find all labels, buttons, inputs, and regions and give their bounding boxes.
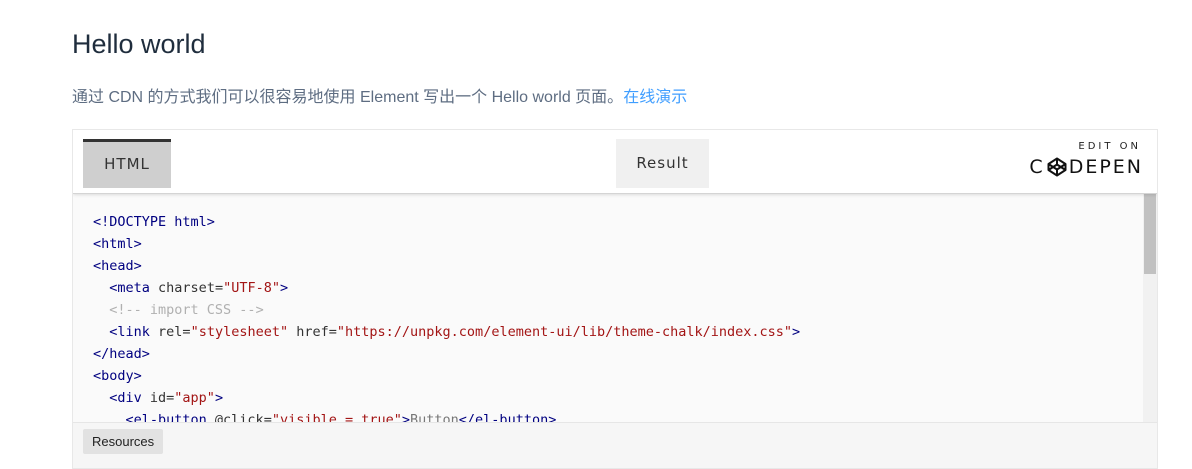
code-line: <div id="app"> (73, 387, 1145, 409)
codepen-embed: HTML Result EDIT ON C DEPEN <!DOCTYPE ht… (72, 129, 1158, 469)
code-token: Button (410, 412, 459, 422)
code-token: <div (109, 390, 150, 406)
code-token: "stylesheet" (190, 324, 289, 340)
code-token: "UTF-8" (223, 280, 280, 296)
code-token: <!-- import CSS --> (109, 302, 264, 318)
code-line: <html> (73, 233, 1145, 255)
code-token: > (401, 412, 411, 422)
code-token: <html> (93, 236, 142, 252)
code-token: </el-button> (458, 412, 557, 422)
codepen-cube-icon (1047, 157, 1067, 177)
code-token: <link (109, 324, 159, 340)
code-token: <meta (109, 280, 159, 296)
page-title: Hello world (72, 29, 206, 59)
code-scrollbar[interactable] (1143, 194, 1157, 422)
code-token: id= (149, 390, 175, 406)
code-line: </head> (73, 343, 1145, 365)
code-line: <link rel="stylesheet" href="https://unp… (73, 321, 1145, 343)
code-token: </head> (93, 346, 150, 362)
code-line: <!DOCTYPE html> (73, 211, 1145, 233)
code-token: href= (288, 324, 337, 340)
code-token: "app" (174, 390, 215, 406)
code-line: <head> (73, 255, 1145, 277)
code-line: <meta charset="UTF-8"> (73, 277, 1145, 299)
code-token: rel= (158, 324, 191, 340)
code-token: <!DOCTYPE html> (93, 214, 215, 230)
html-code-editor[interactable]: <!DOCTYPE html> <html> <head> <meta charse… (73, 194, 1145, 422)
tab-result[interactable]: Result (616, 139, 709, 188)
code-line: <el-button @click="visible = true">Butto… (73, 409, 1145, 422)
code-token: "https://unpkg.com/element-ui/lib/theme-… (336, 324, 793, 340)
code-token: > (279, 280, 289, 296)
tab-html[interactable]: HTML (83, 139, 171, 188)
codepen-brand-right: DEPEN (1068, 156, 1143, 178)
code-line: <!-- import CSS --> (73, 299, 1145, 321)
online-demo-link[interactable]: 在线演示 (623, 89, 687, 106)
embed-header: HTML Result EDIT ON C DEPEN (73, 130, 1157, 194)
code-line: <body> (73, 365, 1145, 387)
codepen-brand-left: C (1029, 156, 1045, 178)
code-token: <body> (93, 368, 142, 384)
code-token: charset= (158, 280, 224, 296)
code-scrollbar-thumb[interactable] (1144, 194, 1156, 274)
intro-text: 通过 CDN 的方式我们可以很容易地使用 Element 写出一个 Hello … (72, 89, 624, 106)
code-token: "visible = true" (271, 412, 402, 422)
resources-button[interactable]: Resources (83, 429, 164, 454)
code-token: <head> (93, 258, 142, 274)
code-token: > (792, 324, 801, 340)
intro-paragraph: 通过 CDN 的方式我们可以很容易地使用 Element 写出一个 Hello … (72, 86, 687, 110)
code-token: > (214, 390, 224, 406)
edit-on-label: EDIT ON (1078, 141, 1141, 152)
edit-on-codepen-link[interactable]: EDIT ON C DEPEN (1019, 141, 1143, 181)
codepen-wordmark: C DEPEN (1029, 156, 1143, 178)
code-token: @click= (214, 412, 272, 422)
code-token: <el-button (125, 412, 215, 422)
